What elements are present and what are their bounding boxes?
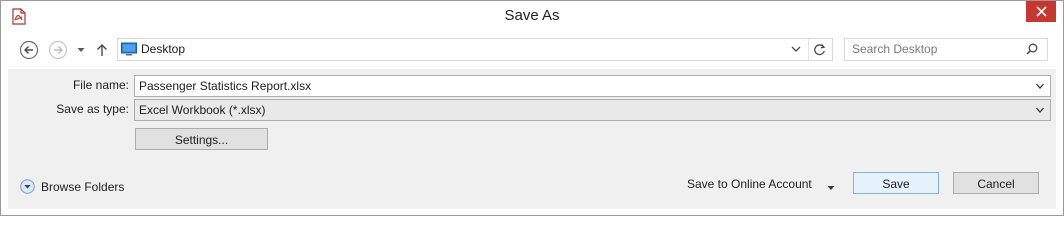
title-bar: Save As (1, 1, 1063, 32)
chevron-down-icon (77, 48, 85, 52)
up-arrow-icon (97, 44, 107, 56)
address-dropdown[interactable] (790, 43, 802, 58)
navigation-bar: Desktop Search Desktop (1, 32, 1063, 69)
search-box[interactable]: Search Desktop (844, 38, 1048, 61)
save-type-value: Excel Workbook (*.xlsx) (139, 103, 266, 117)
save-type-label: Save as type: (56, 102, 129, 116)
save-type-dropdown[interactable] (1034, 103, 1046, 117)
search-icon[interactable] (1025, 42, 1039, 59)
file-name-label: File name: (72, 78, 129, 92)
refresh-icon (814, 44, 826, 56)
save-as-dialog: Save As Desktop Search Desktop File name… (0, 0, 1064, 216)
close-icon (1035, 6, 1047, 17)
cancel-button[interactable]: Cancel (953, 172, 1039, 194)
save-form: File name: Passenger Statistics Report.x… (8, 69, 1056, 209)
save-online-label: Save to Online Account (687, 177, 812, 191)
save-type-select[interactable]: Excel Workbook (*.xlsx) (134, 99, 1051, 121)
forward-arrow-icon (48, 40, 68, 60)
recent-locations-button[interactable] (75, 40, 87, 60)
address-bar[interactable]: Desktop (117, 38, 833, 61)
back-arrow-icon (19, 40, 39, 60)
caret-down-icon (826, 181, 836, 190)
save-online-menu[interactable]: Save to Online Account (687, 177, 835, 195)
close-button[interactable] (1026, 1, 1056, 22)
save-button[interactable]: Save (853, 172, 939, 194)
file-name-dropdown[interactable] (1034, 79, 1046, 93)
up-button[interactable] (94, 40, 110, 60)
address-path: Desktop (141, 42, 186, 56)
file-name-value: Passenger Statistics Report.xlsx (139, 79, 312, 93)
browse-folders-label: Browse Folders (41, 180, 125, 194)
chevron-down-icon (1036, 107, 1044, 113)
search-input[interactable]: Search Desktop (852, 42, 937, 56)
chevron-down-circle-icon (20, 179, 35, 194)
refresh-button[interactable] (812, 42, 827, 60)
desktop-icon (121, 42, 137, 59)
back-button[interactable] (19, 40, 39, 60)
address-divider (808, 39, 809, 60)
settings-button[interactable]: Settings... (135, 128, 268, 150)
chevron-down-icon (791, 46, 801, 52)
dialog-title: Save As (504, 7, 560, 24)
forward-button[interactable] (48, 40, 68, 60)
file-name-field[interactable]: Passenger Statistics Report.xlsx (134, 75, 1051, 97)
chevron-down-icon (1036, 83, 1044, 89)
